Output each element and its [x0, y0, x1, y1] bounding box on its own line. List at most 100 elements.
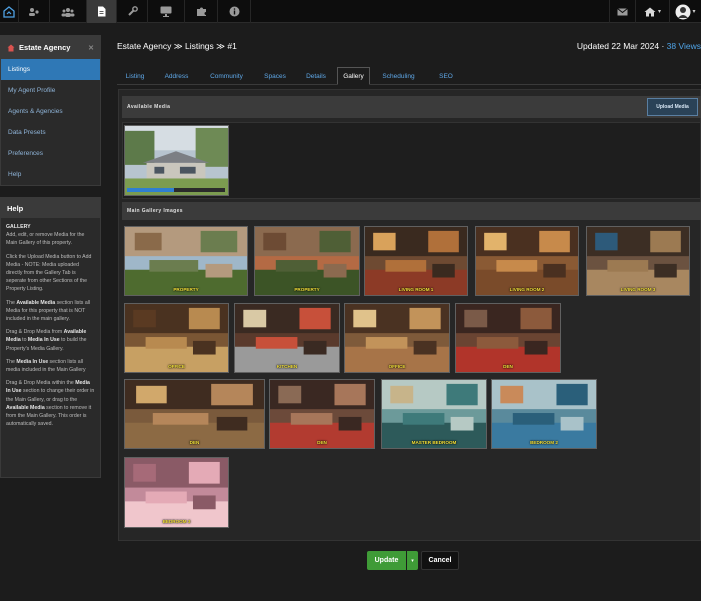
gallery-image[interactable]: DEN — [124, 379, 265, 449]
gallery-image[interactable]: DEN — [269, 379, 375, 449]
help-text: Add, edit, or remove Media for the Main … — [6, 232, 85, 247]
gallery-image-photo — [235, 304, 339, 372]
gallery-image[interactable]: LIVING ROOM 3 — [586, 226, 690, 296]
users-group-icon[interactable] — [19, 0, 49, 23]
updated-info: Updated 22 Mar 2024 · 38 Views — [577, 41, 701, 51]
main-gallery-header: Main Gallery Images — [122, 202, 701, 220]
help-text: The — [6, 358, 17, 365]
tab-scheduling[interactable]: Scheduling — [371, 67, 426, 85]
sidebar-item-help[interactable]: Help — [1, 164, 100, 185]
mail-icon[interactable] — [610, 0, 635, 23]
gallery-image-caption: OFFICE — [168, 364, 185, 369]
gallery-image[interactable]: LIVING ROOM 2 — [475, 226, 579, 296]
update-button[interactable]: Update — [367, 551, 406, 570]
sidebar-title: Estate Agency — [19, 43, 71, 52]
info-icon[interactable] — [218, 0, 250, 23]
gallery-image[interactable]: DEN — [455, 303, 561, 373]
sidebar-item-data-presets[interactable]: Data Presets — [1, 122, 100, 143]
gallery-image-caption: PROPERTY — [294, 287, 320, 292]
sidebar-nav: Estate Agency ✕ Listings My Agent Profile… — [0, 35, 101, 186]
home-caret: ▾ — [657, 9, 661, 15]
tab-gallery[interactable]: Gallery — [337, 67, 370, 85]
upload-progress-fill — [127, 188, 175, 192]
gallery-image-caption: DEN — [503, 364, 513, 369]
help-text: Click the Upload Media button to Add Med… — [6, 253, 92, 293]
gallery-image-caption: LIVING ROOM 3 — [620, 287, 656, 292]
gallery-image-photo — [365, 227, 467, 295]
help-text: The — [6, 299, 17, 306]
gallery-image-photo — [255, 227, 359, 295]
gallery-image-caption: DEN — [317, 440, 327, 445]
logo-icon[interactable] — [0, 0, 18, 23]
sidebar-item-my-agent-profile[interactable]: My Agent Profile — [1, 80, 100, 101]
wrench-icon[interactable] — [117, 0, 147, 23]
upload-progress-bar — [127, 188, 225, 192]
gallery-image[interactable]: BEDROOM 2 — [491, 379, 597, 449]
update-dropdown-toggle[interactable]: ▾ — [407, 551, 418, 570]
gallery-image-photo — [125, 458, 228, 527]
gallery-image-caption: MASTER BEDROOM — [411, 440, 457, 445]
gallery-image-caption: BEDROOM 3 — [162, 519, 191, 524]
gallery-image[interactable]: MASTER BEDROOM — [381, 379, 487, 449]
gallery-image-photo — [587, 227, 689, 295]
gallery-image-caption: LIVING ROOM 2 — [509, 287, 545, 292]
gallery-image[interactable]: PROPERTY — [254, 226, 360, 296]
help-emphasis: Available Media — [6, 404, 45, 411]
tab-spaces[interactable]: Spaces — [255, 67, 295, 85]
gallery-image-caption: PROPERTY — [173, 287, 199, 292]
help-heading: GALLERY — [6, 224, 31, 230]
gallery-image-photo — [125, 380, 264, 448]
gallery-image[interactable]: PROPERTY — [124, 226, 248, 296]
cancel-button[interactable]: Cancel — [421, 551, 459, 570]
gallery-image-photo — [270, 380, 374, 448]
breadcrumb: Estate Agency ≫ Listings ≫ #1 — [117, 41, 237, 51]
gallery-image-photo — [476, 227, 578, 295]
gallery-image-photo — [125, 304, 228, 372]
gallery-image-caption: KITCHEN — [276, 364, 298, 369]
gallery-image[interactable]: LIVING ROOM 1 — [364, 226, 468, 296]
house-icon — [7, 44, 15, 51]
gallery-image-caption: DEN — [189, 440, 200, 445]
app-window: ▾ ▾ Estate Agency ✕ Listings My Agent Pro… — [0, 0, 701, 601]
gallery-image-photo — [125, 227, 247, 295]
gallery-image[interactable]: KITCHEN — [234, 303, 340, 373]
help-text: to — [20, 337, 28, 344]
gallery-image-photo — [345, 304, 449, 372]
people-icon[interactable] — [50, 0, 86, 23]
sidebar-item-preferences[interactable]: Preferences — [1, 143, 100, 164]
avatar-caret: ▾ — [692, 9, 696, 15]
tab-address[interactable]: Address — [155, 67, 198, 85]
collapse-icon[interactable]: ✕ — [88, 44, 94, 52]
tab-bar: Listing Address Community Spaces Details Gall… — [117, 66, 701, 85]
document-icon[interactable] — [87, 0, 116, 23]
puzzle-icon[interactable] — [185, 0, 217, 23]
available-media-thumb[interactable] — [124, 125, 229, 196]
tab-listing[interactable]: Listing — [117, 67, 153, 85]
tab-community[interactable]: Community — [200, 67, 253, 85]
available-media-header: Available Media — [122, 96, 701, 118]
gallery-image-photo — [492, 380, 596, 448]
help-text: Drag & Drop Media within the — [6, 380, 76, 387]
help-emphasis: Media In Use — [16, 358, 49, 365]
monitor-icon[interactable] — [148, 0, 184, 23]
gallery-image[interactable]: OFFICE — [124, 303, 229, 373]
upload-media-button[interactable]: Upload Media — [647, 98, 698, 116]
views-link[interactable]: 38 Views — [667, 41, 701, 51]
gallery-image-caption: OFFICE — [388, 364, 406, 369]
help-text: Drag & Drop Media from — [6, 329, 64, 336]
gallery-image-caption: BEDROOM 2 — [530, 440, 558, 445]
home-icon[interactable]: ▾ — [636, 0, 669, 23]
avatar[interactable]: ▾ — [670, 0, 701, 23]
help-title: Help — [1, 198, 100, 218]
sidebar-header: Estate Agency ✕ — [1, 36, 100, 59]
gallery-image-caption: LIVING ROOM 1 — [398, 287, 434, 292]
gallery-image[interactable]: OFFICE — [344, 303, 450, 373]
help-emphasis: Available Media — [16, 299, 56, 306]
sidebar-item-listings[interactable]: Listings — [1, 59, 100, 80]
help-body: GALLERY Add, edit, or remove Media for th… — [1, 218, 100, 438]
sidebar-item-agents-agencies[interactable]: Agents & Agencies — [1, 101, 100, 122]
gallery-image-photo — [456, 304, 560, 372]
tab-seo[interactable]: SEO — [430, 67, 462, 85]
gallery-image[interactable]: BEDROOM 3 — [124, 457, 229, 528]
tab-details[interactable]: Details — [297, 67, 335, 85]
